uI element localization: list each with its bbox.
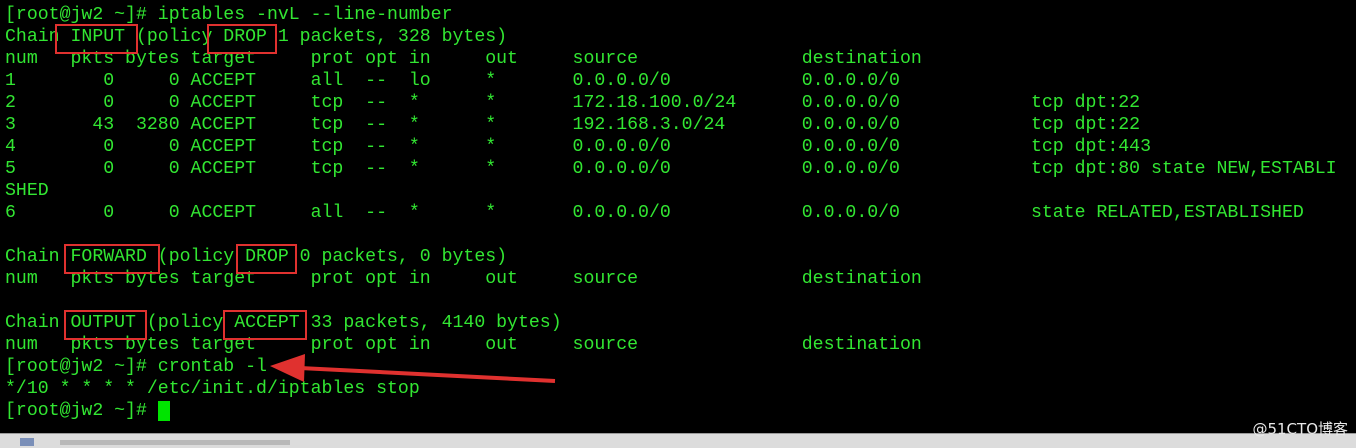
app-icon	[20, 438, 34, 446]
window-taskbar-strip	[0, 433, 1356, 448]
annotation-arrow-icon	[270, 354, 556, 383]
site-watermark: @51CTO博客	[1252, 420, 1348, 438]
blurred-title	[60, 440, 290, 445]
